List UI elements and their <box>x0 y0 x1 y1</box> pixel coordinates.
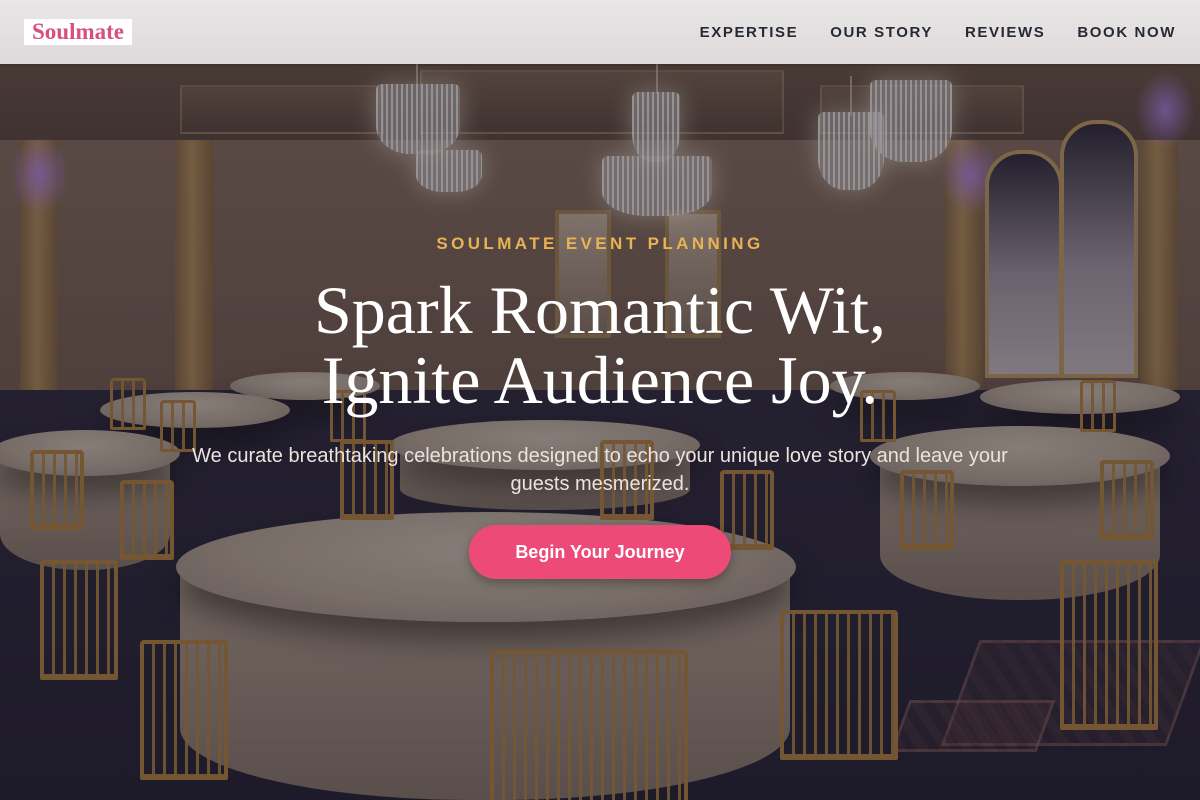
nav-link-expertise[interactable]: EXPERTISE <box>700 24 799 41</box>
nav-link-our-story[interactable]: OUR STORY <box>830 24 933 41</box>
hero-headline-line-2: Ignite Audience Joy. <box>321 342 879 418</box>
site-header: Soulmate EXPERTISE OUR STORY REVIEWS BOO… <box>0 0 1200 64</box>
nav-link-book-now[interactable]: BOOK NOW <box>1077 24 1176 41</box>
hero-subtext: We curate breathtaking celebrations desi… <box>192 445 1008 495</box>
main-nav: EXPERTISE OUR STORY REVIEWS BOOK NOW <box>700 0 1176 64</box>
page: Soulmate EXPERTISE OUR STORY REVIEWS BOO… <box>0 0 1200 800</box>
hero-section: SOULMATE EVENT PLANNING Spark Romantic W… <box>0 0 1200 800</box>
site-logo[interactable]: Soulmate <box>24 19 132 45</box>
hero-headline: Spark Romantic Wit, Ignite Audience Joy. <box>0 275 1200 415</box>
nav-link-reviews[interactable]: REVIEWS <box>965 24 1045 41</box>
hero-eyebrow: SOULMATE EVENT PLANNING <box>436 234 764 253</box>
hero-headline-line-1: Spark Romantic Wit, <box>313 272 887 348</box>
begin-journey-button[interactable]: Begin Your Journey <box>469 525 731 579</box>
